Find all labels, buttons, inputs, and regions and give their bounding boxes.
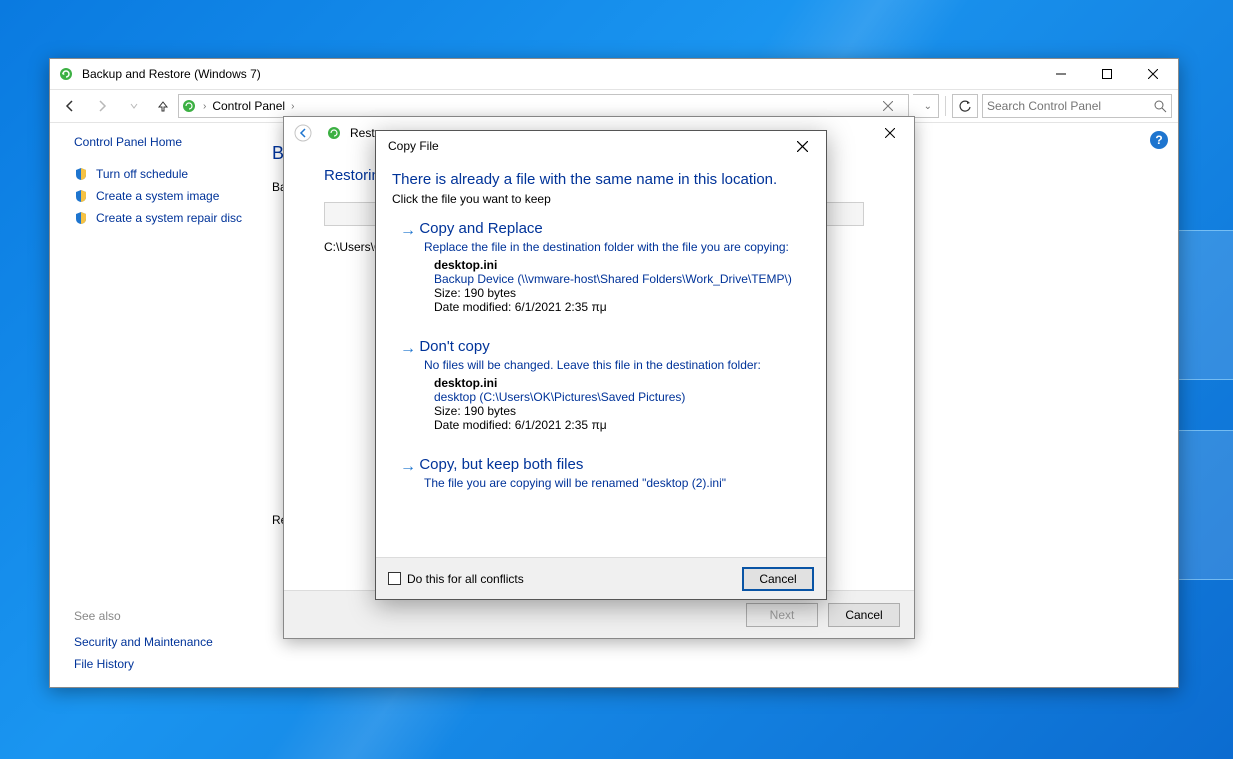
file-details: desktop.ini desktop (C:\Users\OK\Picture… [434, 376, 810, 432]
checkbox-icon[interactable] [388, 572, 401, 585]
up-button[interactable] [152, 95, 174, 117]
option-keep-both[interactable]: → Copy, but keep both files The file you… [400, 456, 810, 490]
breadcrumb-overflow[interactable]: ⌄ [913, 94, 939, 118]
do-for-all-checkbox[interactable]: Do this for all conflicts [388, 572, 524, 586]
option-title: Copy and Replace [419, 220, 542, 237]
chevron-right-icon: › [289, 101, 296, 112]
shield-icon [74, 189, 88, 203]
see-also-section: See also Security and Maintenance File H… [74, 609, 213, 675]
checkbox-label: Do this for all conflicts [407, 572, 524, 586]
desktop-decoration [1178, 230, 1233, 630]
help-icon[interactable]: ? [1150, 131, 1168, 149]
arrow-right-icon: → [400, 222, 416, 239]
sidebar-item-label: Create a system repair disc [96, 211, 242, 225]
recent-dropdown[interactable] [120, 93, 148, 119]
search-field[interactable] [987, 99, 1149, 113]
file-details: desktop.ini Backup Device (\\vmware-host… [434, 258, 810, 314]
close-button[interactable] [1130, 59, 1176, 89]
search-input[interactable] [982, 94, 1172, 118]
forward-button[interactable] [88, 93, 116, 119]
dialog-footer: Do this for all conflicts Cancel [376, 557, 826, 599]
breadcrumb-item[interactable]: Control Panel [212, 99, 285, 113]
sidebar: Control Panel Home Turn off schedule Cre… [50, 123, 272, 687]
dialog-close-button[interactable] [780, 132, 824, 160]
chevron-right-icon: › [201, 101, 208, 112]
option-copy-replace[interactable]: → Copy and Replace Replace the file in t… [400, 220, 810, 314]
shield-icon [74, 167, 88, 181]
maximize-button[interactable] [1084, 59, 1130, 89]
dialog-body: There is already a file with the same na… [376, 161, 826, 557]
search-icon [1153, 99, 1167, 113]
backup-restore-icon [181, 98, 197, 114]
see-also-filehistory[interactable]: File History [74, 653, 213, 675]
sidebar-item-label: Turn off schedule [96, 167, 188, 181]
shield-icon [74, 211, 88, 225]
sidebar-home-link[interactable]: Control Panel Home [74, 135, 266, 149]
option-description: The file you are copying will be renamed… [424, 476, 810, 490]
option-dont-copy[interactable]: → Don't copy No files will be changed. L… [400, 338, 810, 432]
backup-restore-icon [326, 125, 342, 141]
see-also-security[interactable]: Security and Maintenance [74, 631, 213, 653]
backup-restore-icon [58, 66, 74, 82]
arrow-right-icon: → [400, 458, 416, 475]
wizard-close-button[interactable] [868, 118, 912, 148]
breadcrumb[interactable]: › Control Panel › [178, 94, 909, 118]
sidebar-item-schedule[interactable]: Turn off schedule [74, 163, 266, 185]
arrow-right-icon: → [400, 340, 416, 357]
sidebar-item-label: Create a system image [96, 189, 219, 203]
dialog-subtitle: Click the file you want to keep [392, 192, 810, 206]
file-date: Date modified: 6/1/2021 2:35 πμ [434, 300, 810, 314]
dialog-title: Copy File [388, 139, 439, 153]
back-button[interactable] [56, 93, 84, 119]
refresh-button[interactable] [952, 94, 978, 118]
see-also-heading: See also [74, 609, 213, 623]
file-name: desktop.ini [434, 376, 810, 390]
cancel-button[interactable]: Cancel [828, 603, 900, 627]
option-description: Replace the file in the destination fold… [424, 240, 810, 254]
option-description: No files will be changed. Leave this fil… [424, 358, 810, 372]
file-date: Date modified: 6/1/2021 2:35 πμ [434, 418, 810, 432]
chevron-down-icon: ⌄ [922, 101, 934, 112]
sidebar-item-system-image[interactable]: Create a system image [74, 185, 266, 207]
next-button: Next [746, 603, 818, 627]
wizard-back-button[interactable] [294, 124, 312, 142]
dialog-titlebar[interactable]: Copy File [376, 131, 826, 161]
option-title: Don't copy [419, 338, 489, 355]
file-size: Size: 190 bytes [434, 404, 810, 418]
sidebar-item-repair-disc[interactable]: Create a system repair disc [74, 207, 266, 229]
file-location: desktop (C:\Users\OK\Pictures\Saved Pict… [434, 390, 810, 404]
option-title: Copy, but keep both files [419, 456, 583, 473]
window-title: Backup and Restore (Windows 7) [82, 67, 1038, 81]
window-titlebar[interactable]: Backup and Restore (Windows 7) [50, 59, 1178, 89]
copy-file-dialog: Copy File There is already a file with t… [375, 130, 827, 600]
minimize-button[interactable] [1038, 59, 1084, 89]
file-name: desktop.ini [434, 258, 810, 272]
file-location: Backup Device (\\vmware-host\Shared Fold… [434, 272, 810, 286]
file-size: Size: 190 bytes [434, 286, 810, 300]
dialog-cancel-button[interactable]: Cancel [742, 567, 814, 591]
dialog-headline: There is already a file with the same na… [392, 171, 810, 188]
